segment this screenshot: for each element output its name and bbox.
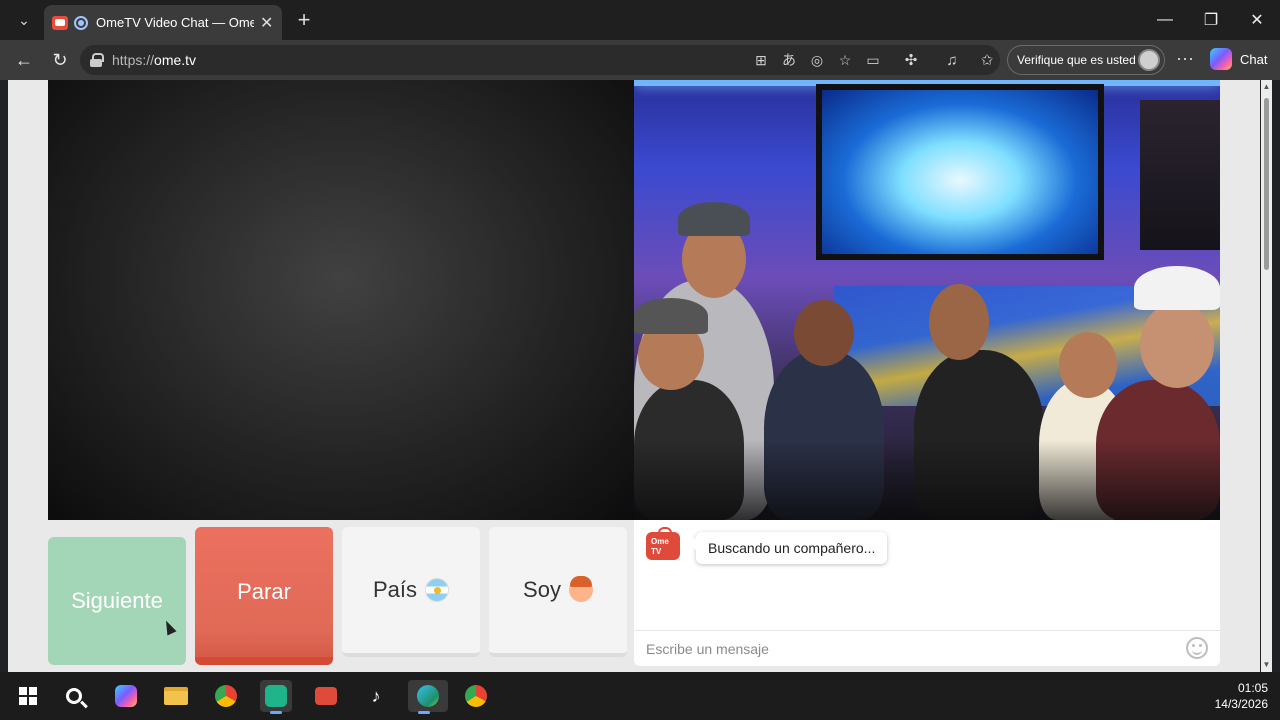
tiktok-icon: ♪	[371, 685, 381, 706]
chevron-down-icon: ⌄	[18, 11, 30, 28]
tab-title: OmeTV Video Chat — Omegle	[96, 15, 254, 30]
person-head	[1140, 302, 1214, 388]
chat-message-input[interactable]	[646, 639, 1166, 659]
address-bar-icons: ⊞ あ ◎ ☆ ▭	[752, 52, 882, 69]
next-button[interactable]: Siguiente	[48, 537, 186, 665]
favorites-icon[interactable]: ✩	[976, 50, 998, 70]
gender-select-button[interactable]: Soy	[489, 527, 627, 657]
teams-icon	[265, 685, 287, 707]
person-cap	[1134, 266, 1220, 310]
start-button[interactable]	[12, 680, 44, 712]
back-arrow-icon: ←	[15, 49, 33, 70]
scroll-down-icon[interactable]: ▼	[1262, 660, 1271, 669]
copilot-label: Chat	[1240, 51, 1268, 67]
star-icon[interactable]: ☆	[836, 52, 854, 68]
ellipsis-icon[interactable]: ···	[1176, 48, 1194, 69]
chrome-app[interactable]	[210, 680, 242, 712]
restore-button[interactable]: ❐	[1188, 0, 1234, 40]
chrome-icon	[465, 685, 487, 707]
scroll-thumb[interactable]	[1264, 98, 1269, 270]
chrome-profile-app[interactable]	[460, 680, 492, 712]
avatar	[1138, 49, 1160, 71]
url-text: https://ome.tv	[112, 52, 197, 68]
local-video-static	[48, 80, 634, 520]
minimize-button[interactable]: —	[1142, 0, 1188, 40]
browser-tab-active[interactable]: OmeTV Video Chat — Omegle ✕	[44, 5, 282, 40]
status-message-text: Buscando un compañero...	[708, 540, 876, 556]
chat-panel: Ome TV Buscando un compañero...	[634, 520, 1220, 666]
stop-button[interactable]: Parar	[195, 527, 333, 665]
edge-icon	[417, 685, 439, 707]
tab-menu-button[interactable]: ⌄	[8, 6, 40, 34]
country-select-button[interactable]: País	[342, 527, 480, 657]
verify-label: Verifique que es usted	[1017, 53, 1136, 67]
next-button-label: Siguiente	[71, 588, 163, 613]
copilot-icon	[1210, 48, 1232, 70]
reload-button[interactable]: ↻	[46, 46, 74, 74]
new-tab-button[interactable]: +	[290, 6, 318, 34]
wall-tv	[816, 84, 1104, 260]
search-button[interactable]	[58, 680, 90, 712]
emoji-icon[interactable]	[1186, 637, 1208, 659]
file-explorer-app[interactable]	[160, 680, 192, 712]
status-message-bubble: Buscando un compañero...	[687, 532, 888, 564]
clock-date: 14/3/2026	[1214, 697, 1268, 711]
person-cap	[678, 202, 750, 236]
remote-video	[634, 80, 1220, 520]
chat-input-row	[634, 630, 1220, 666]
extensions-icon[interactable]: ✣	[900, 50, 922, 70]
gender-button-label: Soy	[523, 577, 561, 602]
tracking-prevention-icon[interactable]: ◎	[808, 52, 826, 68]
person-head	[794, 300, 854, 366]
browser-titlebar: ⌄ OmeTV Video Chat — Omegle ✕ + — ❐ ✕	[0, 0, 1280, 40]
windows-logo-icon	[19, 687, 37, 705]
meet-app[interactable]	[260, 680, 292, 714]
lock-icon	[90, 53, 104, 67]
browser-toolbar: ← ↻ https://ome.tv ⊞ あ ◎ ☆ ▭ ✣ ♫ ✩ Verif…	[0, 40, 1280, 80]
camera-in-use-icon[interactable]: ▭	[864, 52, 882, 68]
tiktok-app[interactable]: ♪	[360, 680, 392, 712]
reload-icon: ↻	[52, 49, 68, 70]
copilot-app[interactable]	[110, 680, 142, 712]
profile-verify-button[interactable]: Verifique que es usted	[1007, 45, 1165, 75]
person-head	[1059, 332, 1117, 398]
chrome-icon	[215, 685, 237, 707]
copilot-icon	[115, 685, 137, 707]
address-bar[interactable]: https://ome.tv ⊞ あ ◎ ☆ ▭	[80, 45, 1000, 75]
clock-time: 01:05	[1237, 681, 1268, 695]
stop-button-label: Parar	[237, 579, 291, 604]
person-head	[929, 284, 989, 360]
person-cap	[634, 298, 708, 334]
wall-shelf	[1140, 100, 1220, 250]
page-viewport: Siguiente Parar País Soy Ome TV Buscando…	[8, 80, 1260, 672]
edge-app[interactable]	[408, 680, 448, 714]
search-icon	[66, 688, 82, 704]
video-shadow	[634, 440, 1220, 520]
page-scrollbar[interactable]: ▲ ▼	[1261, 80, 1272, 672]
media-control-icon[interactable]: ♫	[941, 50, 963, 70]
ometv-logo-icon: Ome TV	[646, 527, 680, 560]
windows-taskbar: ♪ 01:05 14/3/2026	[0, 672, 1280, 720]
argentina-flag-icon	[425, 578, 450, 602]
ometv-app[interactable]	[310, 680, 342, 712]
system-clock[interactable]: 01:05 14/3/2026	[1215, 680, 1268, 712]
ometv-favicon-icon	[52, 15, 68, 30]
translate-icon[interactable]: あ	[780, 52, 798, 68]
ometv-icon	[315, 687, 337, 705]
boy-face-icon	[568, 576, 593, 602]
close-window-button[interactable]: ✕	[1234, 0, 1280, 40]
copilot-chat-button[interactable]: Chat	[1210, 48, 1267, 70]
scroll-up-icon[interactable]: ▲	[1262, 82, 1271, 91]
folder-icon	[164, 687, 188, 705]
recording-indicator-icon	[74, 15, 88, 30]
close-tab-icon[interactable]: ✕	[260, 13, 273, 33]
app-available-icon[interactable]: ⊞	[752, 52, 770, 68]
back-button[interactable]: ←	[10, 46, 38, 74]
country-button-label: País	[372, 577, 418, 602]
